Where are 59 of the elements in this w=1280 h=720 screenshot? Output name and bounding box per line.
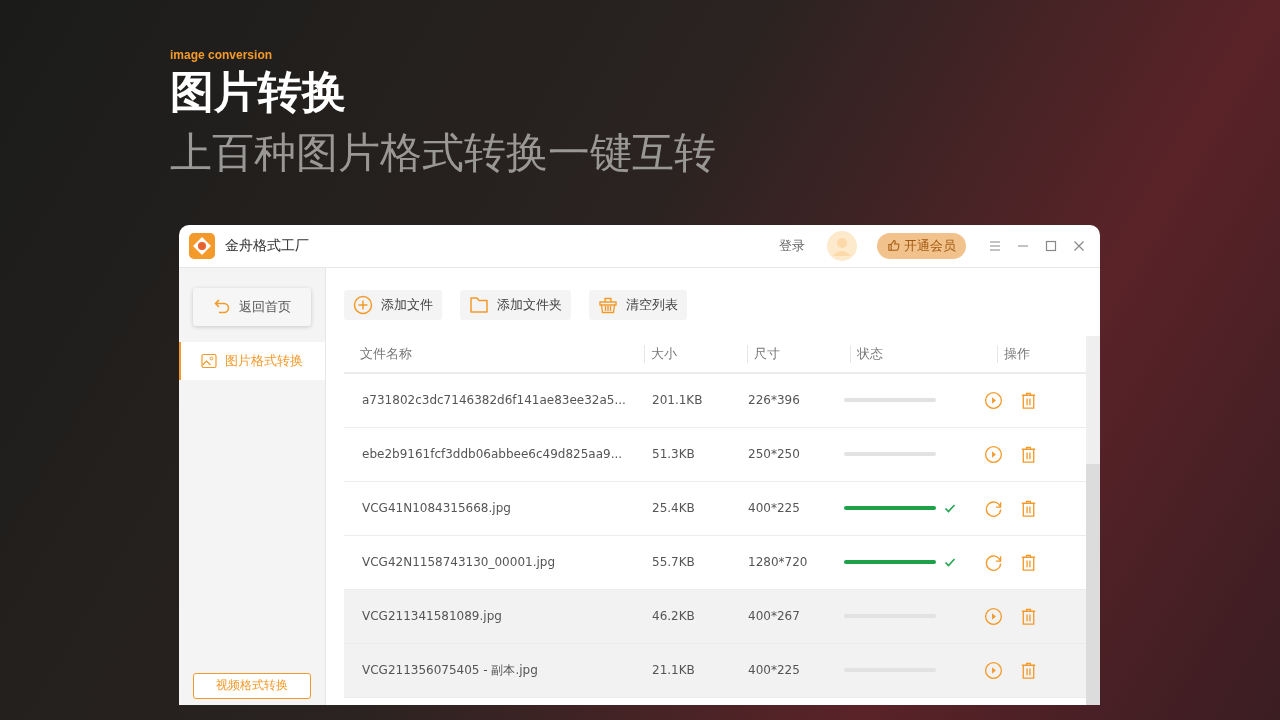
login-link[interactable]: 登录 bbox=[779, 236, 805, 255]
toolbar-button[interactable]: 添加文件夹 bbox=[460, 289, 571, 320]
play-icon[interactable] bbox=[984, 660, 1003, 680]
column-header: 文件名称 bbox=[359, 344, 413, 363]
menu-icon[interactable] bbox=[988, 238, 1002, 253]
file-dimensions: 400*225 bbox=[747, 501, 801, 516]
plus-circle-icon bbox=[353, 294, 373, 315]
file-size: 51.3KB bbox=[651, 447, 696, 462]
file-row[interactable]: VCG211356075405 - 副本.jpg 21.1KB 400*225 bbox=[344, 643, 1086, 698]
file-row[interactable]: VCG211341581089.jpg 46.2KB 400*267 bbox=[344, 589, 1086, 644]
file-size: 201.1KB bbox=[651, 393, 704, 408]
trash-icon[interactable] bbox=[1019, 390, 1038, 410]
toolbar-button[interactable]: 清空列表 bbox=[589, 289, 687, 320]
maximize-icon[interactable] bbox=[1044, 238, 1058, 253]
file-name: VCG41N1084315668.jpg bbox=[361, 501, 512, 516]
file-size: 21.1KB bbox=[651, 663, 696, 678]
refresh-icon[interactable] bbox=[984, 552, 1003, 572]
file-size: 55.7KB bbox=[651, 555, 696, 570]
hero-subtitle: 上百种图片格式转换一键互转 bbox=[170, 130, 717, 177]
column-header: 状态 bbox=[850, 344, 997, 363]
checkmark-icon bbox=[944, 556, 956, 569]
file-name: VCG211356075405 - 副本.jpg bbox=[361, 661, 539, 679]
file-dimensions: 400*267 bbox=[747, 609, 801, 624]
folder-icon bbox=[469, 294, 489, 315]
file-name: a731802c3dc7146382d6f141ae83ee32a5... bbox=[361, 393, 627, 408]
trash-icon[interactable] bbox=[1019, 444, 1038, 464]
hero-title: 图片转换 bbox=[170, 68, 347, 117]
avatar-icon[interactable] bbox=[827, 230, 857, 261]
column-header: 大小 bbox=[644, 344, 747, 363]
trash-icon[interactable] bbox=[1019, 660, 1038, 680]
play-icon[interactable] bbox=[984, 606, 1003, 626]
close-icon[interactable] bbox=[1072, 238, 1086, 253]
file-size: 46.2KB bbox=[651, 609, 696, 624]
trash-icon[interactable] bbox=[1019, 498, 1038, 518]
hero-eyebrow: image conversion bbox=[170, 48, 274, 62]
image-icon bbox=[201, 352, 217, 369]
file-dimensions: 400*225 bbox=[747, 663, 801, 678]
app-logo-icon bbox=[189, 232, 215, 259]
toolbar-button[interactable]: 添加文件 bbox=[344, 289, 442, 320]
file-name: ebe2b9161fcf3ddb06abbee6c49d825aa9... bbox=[361, 447, 624, 462]
column-header: 尺寸 bbox=[747, 344, 850, 363]
column-header: 操作 bbox=[997, 344, 1084, 363]
refresh-icon[interactable] bbox=[984, 498, 1003, 518]
play-icon[interactable] bbox=[984, 390, 1003, 410]
file-dimensions: 1280*720 bbox=[747, 555, 809, 570]
file-name: VCG211341581089.jpg bbox=[361, 609, 503, 624]
back-home-button[interactable]: 返回首页 bbox=[193, 287, 311, 326]
trash-icon[interactable] bbox=[1019, 606, 1038, 626]
undo-arrow-icon bbox=[213, 297, 231, 316]
play-icon[interactable] bbox=[984, 444, 1003, 464]
scrollbar[interactable] bbox=[1086, 335, 1100, 705]
file-name: VCG42N1158743130_00001.jpg bbox=[361, 555, 557, 570]
checkmark-icon bbox=[944, 502, 956, 515]
window-title: 金舟格式工厂 bbox=[225, 236, 309, 255]
trash-icon[interactable] bbox=[1019, 552, 1038, 572]
file-dimensions: 226*396 bbox=[747, 393, 801, 408]
thumbs-up-icon bbox=[887, 239, 900, 253]
file-dimensions: 250*250 bbox=[747, 447, 801, 462]
file-size: 25.4KB bbox=[651, 501, 696, 516]
